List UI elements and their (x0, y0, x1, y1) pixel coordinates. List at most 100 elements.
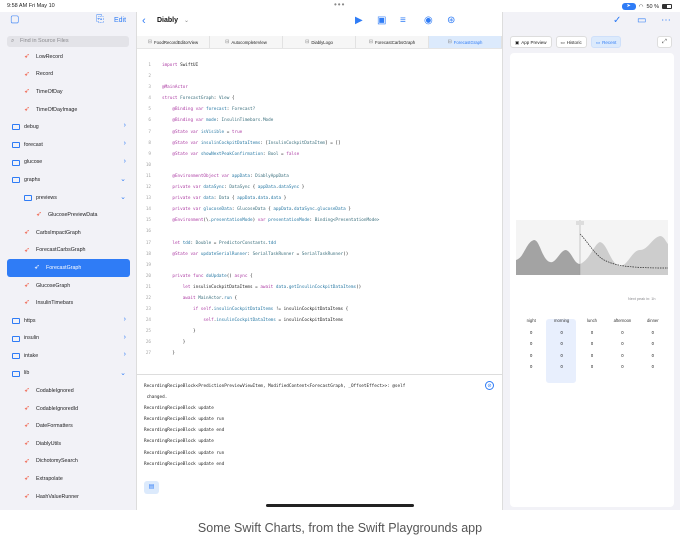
chevron-right-icon[interactable]: › (124, 122, 126, 129)
tab-close-icon[interactable]: ⊟ (448, 39, 452, 45)
swift-file-icon: ➶ (24, 246, 30, 254)
clear-console-icon[interactable]: ⊘ (485, 381, 494, 390)
tab-label: DiablyLogo (311, 39, 333, 45)
chevron-right-icon[interactable]: › (124, 316, 126, 323)
sidebar-item[interactable]: ➶ TimeOfDayImage (0, 101, 136, 119)
editor-tab[interactable]: ⊟ AutocompleteView (210, 36, 283, 48)
chevron-right-icon[interactable]: › (124, 334, 126, 341)
grid-cell: 0 (560, 341, 563, 347)
sidebar-item[interactable]: ➶ Extrapolate (0, 470, 136, 488)
code-text: @State var insulinCockpitDataItems: [Ins… (172, 140, 341, 146)
code-text: self.insulinCockpitDataItems = insulinCo… (203, 318, 344, 324)
chevron-down-icon[interactable]: ⌄ (120, 175, 126, 183)
preview-tab[interactable]: ▣ App Preview (510, 36, 552, 48)
record-icon[interactable]: ◉ (424, 15, 433, 26)
chevron-down-icon[interactable]: ⌄ (120, 193, 126, 201)
sidebar-item[interactable]: ➶ CodableIgnored (0, 382, 136, 400)
line-number: 1 (148, 63, 151, 68)
sidebar-item[interactable]: ➶JSONValue (0, 505, 136, 510)
sidebar-item[interactable]: ➶ DiablyUtils (0, 435, 136, 453)
swift-file-icon: ➶ (24, 492, 30, 500)
sidebar-item[interactable]: lib ⌄ (0, 365, 136, 383)
sidebar-item[interactable]: previews ⌄ (0, 189, 136, 207)
search-input[interactable]: ⌕ Find in Source Files (7, 36, 129, 47)
now-marker-label (576, 221, 584, 225)
sidebar-item[interactable]: ➶ CodableIgnoredId (0, 400, 136, 418)
chevron-down-icon[interactable]: ⌄ (120, 369, 126, 377)
sidebar-item-label: intake (24, 352, 39, 359)
sidebar-item-label: insulin (24, 335, 40, 342)
sidebar-item[interactable]: ➶ HashValueRunner (0, 488, 136, 506)
sidebar-item-label: TimeOfDayImage (36, 106, 78, 113)
grid-cell: 0 (590, 352, 594, 358)
sidebar-item[interactable]: https › (0, 312, 136, 330)
sidebar-toggle-icon[interactable]: ▢ (10, 14, 19, 25)
sidebar-item[interactable]: ➶ DateFormatters (0, 417, 136, 435)
editor-tab[interactable]: ⊟ FoodRecordEditorView (137, 36, 210, 48)
console-pane: RecordingRecipeBlock<PredictionPreviewVi… (137, 374, 502, 510)
tab-close-icon[interactable]: ⊟ (148, 39, 152, 45)
project-title[interactable]: Diably (157, 17, 178, 24)
sidebar-item[interactable]: forecast › (0, 136, 136, 154)
chevron-right-icon[interactable]: › (124, 158, 126, 165)
library-icon[interactable]: ⊛ (447, 15, 455, 26)
grid-cell: 0 (651, 364, 654, 370)
edit-button[interactable]: Edit (114, 17, 126, 24)
sidebar-item[interactable]: ➶ GlucoseGraph (0, 277, 136, 295)
sidebar-item[interactable]: ➶ DichotomySearch (0, 453, 136, 471)
code-text: import SwiftUI (162, 63, 199, 68)
sidebar-item-label: ForecastCarbsGraph (36, 247, 86, 254)
sidebar-item[interactable]: graphs ⌄ (0, 171, 136, 189)
tab-close-icon[interactable]: ⊟ (369, 39, 373, 45)
editor-tab[interactable]: ⊟ ForecastGraph (429, 36, 502, 48)
grid-header: night (526, 318, 536, 324)
status-time: 9:58 AM Fri May 10 (7, 3, 55, 9)
preview-tab[interactable]: ▭ Recent (590, 36, 622, 48)
sidebar-item[interactable]: glucose › (0, 154, 136, 172)
sidebar-item[interactable]: intake › (0, 347, 136, 365)
back-chevron-icon[interactable]: ‹ (142, 15, 146, 27)
code-area[interactable]: 1 import SwiftUI 2 3 @MainActor 4 struct Forec… (137, 60, 502, 374)
sidebar-item[interactable]: ➶ GlucosePreviewData (0, 206, 136, 224)
new-file-icon[interactable]: ⎘ (96, 14, 104, 25)
sidebar-item[interactable]: debug › (0, 118, 136, 136)
sidebar-item[interactable]: ➶ LowRecord (0, 48, 136, 66)
line-number: 5 (148, 107, 151, 113)
sidebar-item-label: CodableIgnoredId (36, 405, 79, 412)
library-box-icon[interactable]: ▭ (637, 15, 646, 26)
code-text: if self.insulinCockpitDataItems != insul… (193, 307, 349, 313)
swift-file-icon: ➶ (24, 228, 30, 236)
run-icon[interactable]: ▶ (355, 15, 363, 26)
sidebar-item[interactable]: ➶ InsulinTimebars (0, 294, 136, 312)
sidebar-item[interactable]: ➶ ForecastCarbsGraph (0, 242, 136, 260)
sidebar-item[interactable]: ➶ Record (0, 66, 136, 84)
tab-close-icon[interactable]: ⊟ (305, 39, 309, 45)
editor-tab[interactable]: ⊟ DiablyLogo (283, 36, 356, 48)
editor-tab[interactable]: ⊟ ForecastCarbsGraph (356, 36, 429, 48)
settings-sliders-icon[interactable]: ≡ (400, 15, 406, 26)
sidebar-item[interactable]: ➶ CarbsImpactGraph (0, 224, 136, 242)
status-bar: 9:58 AM Fri May 10 ••• ➤ ◠ 50 % (0, 0, 680, 12)
checkmark-icon[interactable]: ✓ (613, 15, 621, 26)
expand-icon[interactable]: ⤢ (657, 36, 672, 48)
tab-close-icon[interactable]: ⊟ (225, 39, 229, 45)
preview-tab-label: App Preview (521, 39, 547, 45)
recent-icon: ▭ (595, 39, 601, 45)
swift-file-icon: ➶ (24, 105, 30, 113)
chevron-right-icon[interactable]: › (124, 351, 126, 358)
sidebar-item-label: CarbsImpactGraph (36, 229, 81, 236)
more-icon[interactable]: ⋯ (661, 15, 671, 26)
preview-tab-label: Historic (566, 39, 582, 45)
stop-icon[interactable]: ▣ (377, 15, 386, 26)
sidebar-item[interactable]: ➶ TimeOfDay (0, 83, 136, 101)
code-text: private var glucoseData: GlucoseData { a… (172, 207, 351, 213)
preview-tab[interactable]: ▭ Historic (555, 36, 587, 48)
sidebar-item[interactable]: insulin › (0, 330, 136, 348)
sidebar-item[interactable]: ➶ ForecastGraph (7, 259, 130, 277)
multitasking-dots-icon[interactable]: ••• (334, 0, 345, 9)
console-toggle-icon[interactable]: ▤ (144, 481, 159, 494)
chevron-right-icon[interactable]: › (124, 140, 126, 147)
swift-file-icon: ➶ (24, 281, 30, 289)
chevron-down-icon[interactable]: ⌄ (184, 17, 189, 24)
grid-row: 0 0 0 0 0 (516, 350, 668, 362)
